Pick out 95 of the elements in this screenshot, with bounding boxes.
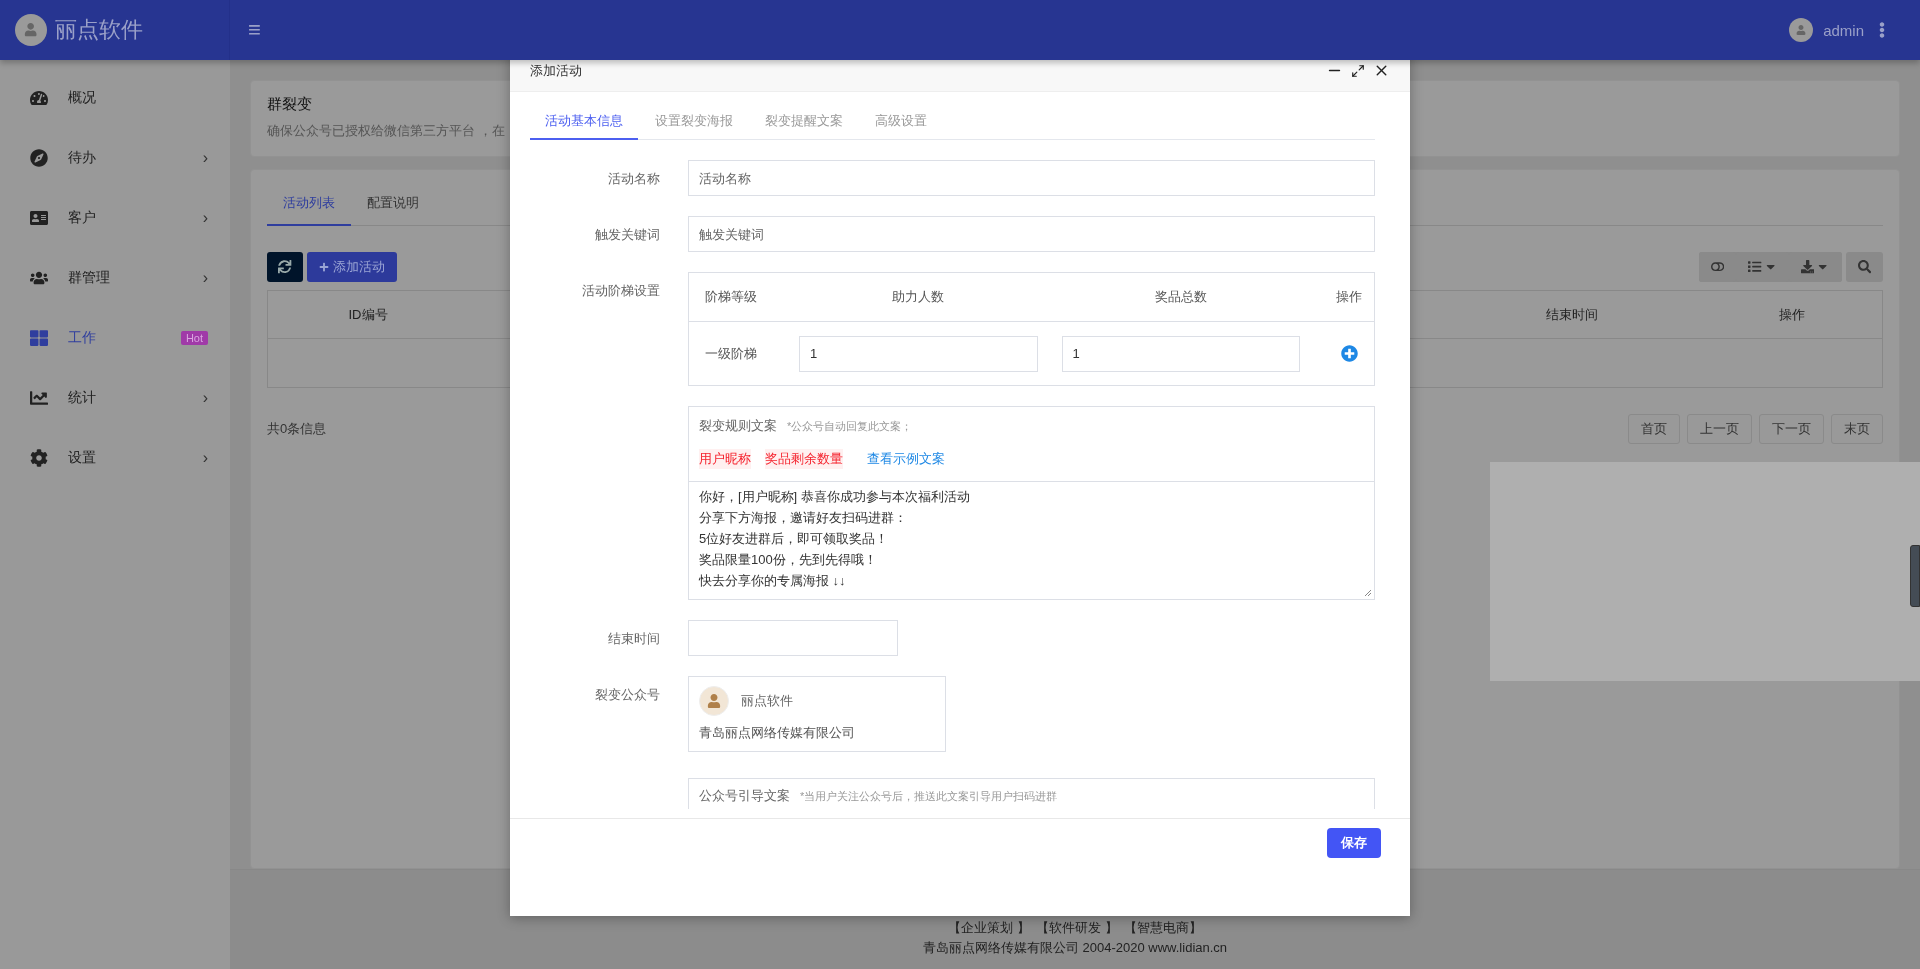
settings-icon — [30, 449, 48, 467]
field-label: 活动阶梯设置 — [581, 282, 660, 300]
field-label: 结束时间 — [607, 630, 660, 648]
field-label: 触发关键词 — [594, 226, 660, 244]
page-title: 群裂变 — [267, 95, 313, 114]
compass-icon — [30, 149, 48, 167]
page-tab[interactable]: 配置说明 — [351, 182, 435, 226]
text-line: 奖品限量100份，先到先得哦！ — [699, 551, 877, 569]
example-link[interactable]: 查看示例文案 — [867, 450, 945, 468]
sidebar-label: 设置 — [68, 449, 96, 467]
chevron-icon: › — [202, 149, 208, 167]
text-line: 你好，[用户昵称] 恭喜你成功参与本次福利活动 — [699, 488, 970, 506]
panel-title: 裂变规则文案 — [699, 417, 777, 435]
footer-link[interactable]: 【企业策划 】 — [948, 919, 1030, 937]
sidebar-label: 群管理 — [68, 269, 110, 287]
total-count: 共0条信息 — [267, 420, 327, 438]
account-company: 青岛丽点网络传媒有限公司 — [699, 724, 856, 742]
sidebar-item[interactable]: 设置 › — [0, 428, 230, 488]
refresh-icon — [278, 260, 292, 274]
dialog-tab[interactable]: 裂变提醒文案 — [750, 104, 858, 140]
end-time-input[interactable] — [688, 620, 898, 656]
column-header: 结束时间 — [1442, 291, 1702, 339]
copyright: 青岛丽点网络传媒有限公司 2004-2020 www.lidian.cn — [922, 939, 1228, 957]
refresh-button[interactable] — [267, 252, 303, 282]
page-button[interactable]: 首页 — [1628, 414, 1680, 444]
rule-text-area[interactable]: 你好，[用户昵称] 恭喜你成功参与本次福利活动 分享下方海报，邀请好友扫码进群： 5位好友进群后，即可领取奖品！ 奖品限量100份，先到先得哦！ 快去分享你的专属海报 ↓↓ — [689, 481, 1374, 599]
side-handle[interactable] — [1910, 545, 1920, 607]
panel-title: 公众号引导文案 — [699, 787, 790, 805]
text-line: 快去分享你的专属海报 ↓↓ — [699, 572, 846, 590]
dashboard-icon — [30, 89, 48, 107]
sidebar-item[interactable]: 群管理 › — [0, 248, 230, 308]
sidebar-item[interactable]: 工作 Hot — [0, 308, 230, 368]
sidebar-label: 待办 — [68, 149, 96, 167]
keyword-input[interactable]: 触发关键词 — [688, 216, 1375, 252]
ladder-header: 阶梯等级 — [705, 288, 758, 306]
hot-badge: Hot — [180, 331, 208, 345]
field-label: 活动名称 — [607, 170, 660, 188]
grid-icon — [30, 329, 48, 347]
panel-hint: *公众号自动回复此文案； — [787, 419, 913, 434]
sidebar-item[interactable]: 概况 — [0, 68, 230, 128]
account-avatar — [699, 686, 729, 716]
chart-icon — [30, 389, 48, 407]
text-line: 分享下方海报，邀请好友扫码进群： — [699, 509, 907, 527]
search-icon — [1857, 260, 1871, 274]
users-icon — [30, 269, 48, 287]
contact-card-icon — [30, 209, 48, 227]
brand-name: 丽点软件 — [55, 16, 143, 44]
user-avatar[interactable] — [1789, 18, 1814, 42]
text-line: 5位好友进群后，即可领取奖品！ — [699, 530, 889, 548]
dialog-tab[interactable]: 高级设置 — [860, 104, 942, 140]
variable-tag[interactable]: 奖品剩余数量 — [765, 449, 843, 469]
column-header: ID编号 — [268, 291, 468, 339]
sidebar-item[interactable]: 客户 › — [0, 188, 230, 248]
download-icon — [1801, 260, 1815, 274]
account-name: 丽点软件 — [741, 692, 793, 710]
menu-icon[interactable]: ≡ — [248, 17, 261, 43]
ladder-level: 一级阶梯 — [705, 344, 758, 363]
sidebar-label: 概况 — [68, 89, 96, 107]
user-name[interactable]: admin — [1823, 21, 1864, 39]
resize-grip-icon[interactable] — [1364, 589, 1372, 597]
ladder-header: 奖品总数 — [1153, 288, 1208, 306]
dialog-tab[interactable]: 活动基本信息 — [530, 104, 638, 140]
sidebar-item[interactable]: 待办 › — [0, 128, 230, 188]
sidebar-label: 客户 — [68, 209, 96, 227]
chevron-icon: › — [202, 209, 208, 227]
panel-hint: *当用户关注公众号后，推送此文案引导用户扫码进群 — [800, 789, 1058, 804]
ladder-header: 助力人数 — [891, 288, 946, 306]
maximize-icon[interactable] — [1351, 63, 1365, 78]
column-header: 操作 — [1702, 291, 1882, 339]
search-button[interactable] — [1845, 252, 1883, 282]
helpers-input[interactable]: 1 — [799, 335, 1038, 372]
account-card[interactable]: 丽点软件 青岛丽点网络传媒有限公司 — [688, 676, 946, 752]
page-tab[interactable]: 活动列表 — [267, 182, 351, 226]
plus-icon — [319, 262, 329, 272]
sidebar-label: 工作 — [68, 329, 96, 347]
page-button[interactable]: 末页 — [1831, 414, 1883, 444]
chevron-icon: › — [202, 389, 208, 407]
chevron-icon: › — [202, 269, 208, 287]
ladder-header: 操作 — [1335, 288, 1363, 306]
variable-tag[interactable]: 用户昵称 — [699, 449, 751, 469]
add-activity-button[interactable]: 添加活动 — [307, 252, 397, 282]
sidebar-item[interactable]: 统计 › — [0, 368, 230, 428]
save-button[interactable]: 保存 — [1327, 828, 1381, 858]
footer-link[interactable]: 【智慧电商】 — [1123, 919, 1202, 937]
footer-link[interactable]: 【软件研发 】 — [1036, 919, 1118, 937]
dialog-tab[interactable]: 设置裂变海报 — [640, 104, 748, 140]
dialog-title: 添加活动 — [530, 61, 582, 80]
name-input[interactable]: 活动名称 — [688, 160, 1375, 196]
logo-icon — [15, 14, 47, 46]
list-icon — [1748, 260, 1762, 274]
field-label: 裂变公众号 — [594, 686, 660, 704]
sidebar-label: 统计 — [68, 389, 96, 407]
prizes-input[interactable]: 1 — [1061, 335, 1300, 372]
toggle-icon — [1711, 260, 1725, 274]
chevron-icon: › — [202, 449, 208, 467]
